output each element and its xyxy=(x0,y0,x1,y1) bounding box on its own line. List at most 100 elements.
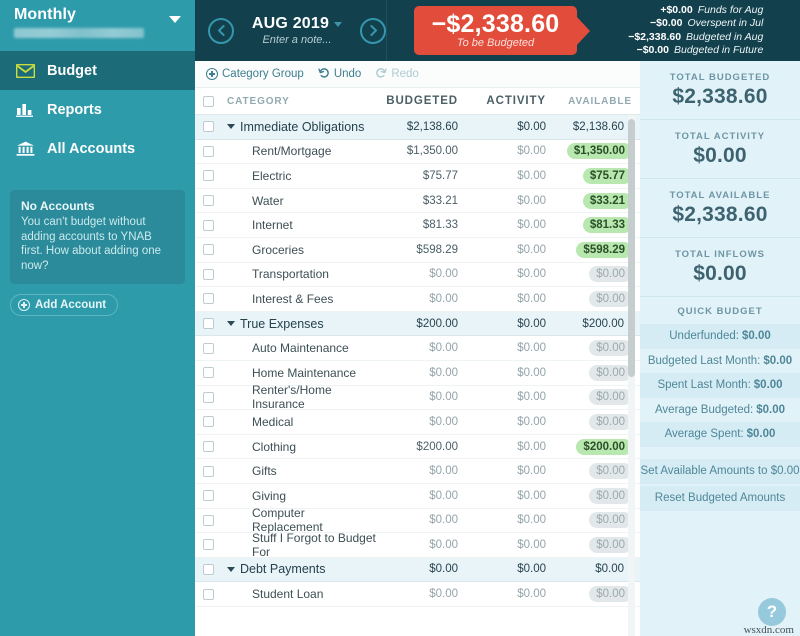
undo-button[interactable]: Undo xyxy=(318,67,361,82)
add-account-button[interactable]: Add Account xyxy=(10,294,119,316)
collapse-triangle-icon[interactable] xyxy=(227,566,235,572)
month-display[interactable]: AUG 2019 Enter a note... xyxy=(243,15,351,46)
activity-cell[interactable]: $0.00 xyxy=(466,588,554,600)
activity-cell[interactable]: $0.00 xyxy=(466,391,554,403)
budgeted-cell[interactable]: $0.00 xyxy=(378,367,466,379)
row-checkbox[interactable] xyxy=(203,121,214,133)
add-category-group-button[interactable]: Category Group xyxy=(206,68,304,80)
row-checkbox[interactable] xyxy=(203,268,214,280)
activity-cell[interactable]: $0.00 xyxy=(466,195,554,207)
collapse-triangle-icon[interactable] xyxy=(227,124,235,130)
activity-cell[interactable]: $0.00 xyxy=(466,465,554,477)
activity-cell[interactable]: $0.00 xyxy=(466,563,554,575)
row-checkbox[interactable] xyxy=(203,539,214,551)
table-row[interactable]: Medical $0.00 $0.00 $0.00 xyxy=(195,410,640,435)
table-group-row[interactable]: True Expenses $200.00 $0.00 $200.00 xyxy=(195,311,640,337)
budgeted-cell[interactable]: $0.00 xyxy=(378,416,466,428)
row-checkbox[interactable] xyxy=(203,367,214,379)
row-checkbox[interactable] xyxy=(203,318,214,330)
sidebar-item-all-accounts[interactable]: All Accounts xyxy=(0,129,195,168)
month-note-input[interactable]: Enter a note... xyxy=(243,34,351,46)
table-row[interactable]: Transportation $0.00 $0.00 $0.00 xyxy=(195,262,640,288)
table-row[interactable]: Gifts $0.00 $0.00 $0.00 xyxy=(195,459,640,484)
table-row[interactable]: Stuff I Forgot to Budget For $0.00 $0.00 $0… xyxy=(195,531,640,559)
activity-cell[interactable]: $0.00 xyxy=(466,318,554,330)
table-group-row[interactable]: Immediate Obligations $2,138.60 $0.00 $2,13… xyxy=(195,115,640,140)
budgeted-cell[interactable]: $200.00 xyxy=(378,441,466,453)
row-checkbox[interactable] xyxy=(203,416,214,428)
activity-cell[interactable]: $0.00 xyxy=(466,539,554,551)
table-row[interactable]: Computer Replacement $0.00 $0.00 $0.00 xyxy=(195,506,640,534)
budgeted-cell[interactable]: $0.00 xyxy=(378,465,466,477)
activity-cell[interactable]: $0.00 xyxy=(466,121,554,133)
next-month-button[interactable] xyxy=(360,17,386,44)
row-checkbox[interactable] xyxy=(203,293,214,305)
budgeted-cell[interactable]: $0.00 xyxy=(378,391,466,403)
sidebar-item-reports[interactable]: Reports xyxy=(0,90,195,129)
table-row[interactable]: Home Maintenance $0.00 $0.00 $0.00 xyxy=(195,360,640,386)
row-checkbox[interactable] xyxy=(203,514,214,526)
activity-cell[interactable]: $0.00 xyxy=(466,441,554,453)
row-checkbox[interactable] xyxy=(203,465,214,477)
row-checkbox[interactable] xyxy=(203,391,214,403)
budgeted-cell[interactable]: $0.00 xyxy=(378,490,466,502)
quick-budget-button[interactable]: Budgeted Last Month: $0.00 xyxy=(640,348,800,373)
quick-budget-button[interactable]: Average Budgeted: $0.00 xyxy=(640,397,800,422)
row-checkbox[interactable] xyxy=(203,441,214,453)
table-row[interactable]: Auto Maintenance $0.00 $0.00 $0.00 xyxy=(195,336,640,361)
row-checkbox[interactable] xyxy=(203,563,214,575)
quick-budget-button[interactable]: Underfunded: $0.00 xyxy=(640,324,800,349)
activity-cell[interactable]: $0.00 xyxy=(466,170,554,182)
sidebar-item-budget[interactable]: Budget xyxy=(0,51,195,90)
budgeted-cell[interactable]: $0.00 xyxy=(378,514,466,526)
activity-cell[interactable]: $0.00 xyxy=(466,145,554,157)
row-checkbox[interactable] xyxy=(203,195,214,207)
budgeted-cell[interactable]: $75.77 xyxy=(378,170,466,182)
redo-button[interactable]: Redo xyxy=(375,67,419,82)
table-row[interactable]: Water $33.21 $0.00 $33.21 xyxy=(195,188,640,214)
activity-cell[interactable]: $0.00 xyxy=(466,490,554,502)
collapse-triangle-icon[interactable] xyxy=(227,321,235,327)
table-row[interactable]: Renter's/Home Insurance $0.00 $0.00 $0.00 xyxy=(195,383,640,411)
budgeted-cell[interactable]: $0.00 xyxy=(378,539,466,551)
table-row[interactable]: Rent/Mortgage $1,350.00 $0.00 $1,350.00 xyxy=(195,139,640,165)
quick-budget-action-button[interactable]: Reset Budgeted Amounts xyxy=(640,485,800,511)
activity-cell[interactable]: $0.00 xyxy=(466,514,554,526)
budgeted-cell[interactable]: $0.00 xyxy=(378,268,466,280)
table-group-row[interactable]: Debt Payments $0.00 $0.00 $0.00 xyxy=(195,557,640,583)
activity-cell[interactable]: $0.00 xyxy=(466,367,554,379)
budgeted-cell[interactable]: $598.29 xyxy=(378,244,466,256)
table-row[interactable]: Electric $75.77 $0.00 $75.77 xyxy=(195,164,640,189)
select-all-checkbox[interactable] xyxy=(203,95,214,107)
quick-budget-button[interactable]: Average Spent: $0.00 xyxy=(640,422,800,447)
row-checkbox[interactable] xyxy=(203,244,214,256)
row-checkbox[interactable] xyxy=(203,219,214,231)
activity-cell[interactable]: $0.00 xyxy=(466,416,554,428)
budgeted-cell[interactable]: $1,350.00 xyxy=(378,145,466,157)
quick-budget-action-button[interactable]: Set Available Amounts to $0.00 xyxy=(640,458,800,484)
row-checkbox[interactable] xyxy=(203,490,214,502)
help-button[interactable]: ? xyxy=(758,598,786,626)
activity-cell[interactable]: $0.00 xyxy=(466,244,554,256)
to-be-budgeted-banner[interactable]: −$2,338.60 To be Budgeted xyxy=(414,6,577,55)
activity-cell[interactable]: $0.00 xyxy=(466,219,554,231)
quick-budget-button[interactable]: Spent Last Month: $0.00 xyxy=(640,373,800,398)
row-checkbox[interactable] xyxy=(203,588,214,600)
row-checkbox[interactable] xyxy=(203,145,214,157)
table-row[interactable]: Student Loan $0.00 $0.00 $0.00 xyxy=(195,582,640,607)
table-row[interactable]: Giving $0.00 $0.00 $0.00 xyxy=(195,483,640,509)
table-row[interactable]: Clothing $200.00 $0.00 $200.00 xyxy=(195,434,640,460)
budgeted-cell[interactable]: $0.00 xyxy=(378,293,466,305)
table-row[interactable]: Internet $81.33 $0.00 $81.33 xyxy=(195,213,640,238)
table-row[interactable]: Groceries $598.29 $0.00 $598.29 xyxy=(195,237,640,263)
vertical-scrollbar-thumb[interactable] xyxy=(628,119,635,377)
table-row[interactable]: Interest & Fees $0.00 $0.00 $0.00 xyxy=(195,287,640,312)
budgeted-cell[interactable]: $0.00 xyxy=(378,342,466,354)
budgeted-cell[interactable]: $0.00 xyxy=(378,563,466,575)
budgeted-cell[interactable]: $33.21 xyxy=(378,195,466,207)
activity-cell[interactable]: $0.00 xyxy=(466,268,554,280)
budgeted-cell[interactable]: $200.00 xyxy=(378,318,466,330)
activity-cell[interactable]: $0.00 xyxy=(466,342,554,354)
budgeted-cell[interactable]: $81.33 xyxy=(378,219,466,231)
row-checkbox[interactable] xyxy=(203,342,214,354)
